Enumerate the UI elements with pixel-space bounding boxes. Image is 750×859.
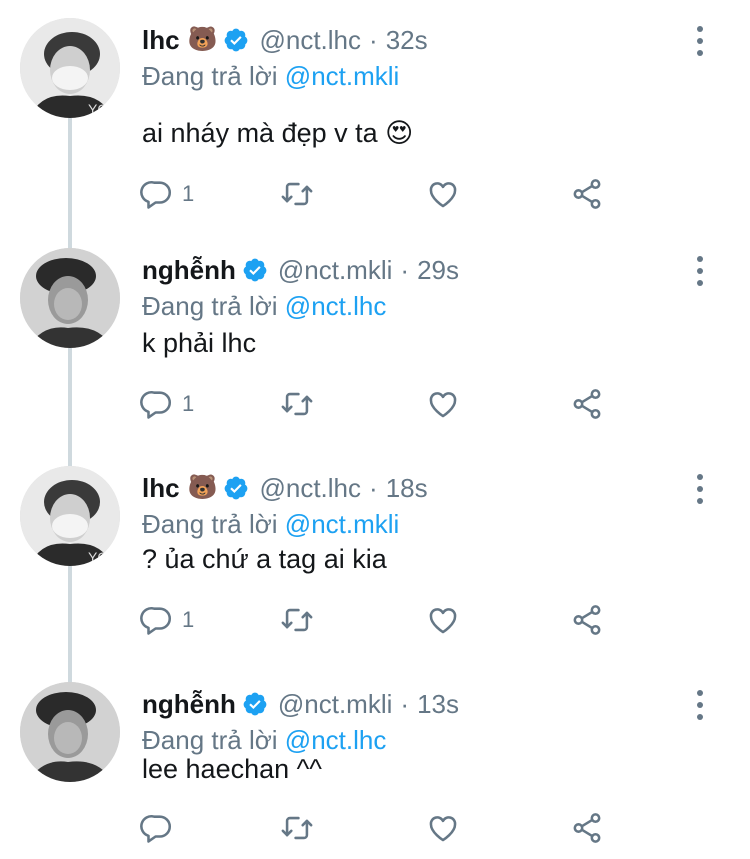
retweet-button[interactable] — [280, 384, 314, 424]
timestamp[interactable]: 18s — [386, 472, 428, 504]
like-icon — [429, 392, 457, 418]
like-button[interactable] — [426, 384, 460, 424]
timestamp[interactable]: 29s — [417, 254, 459, 286]
svg-text:YO: YO — [88, 101, 108, 117]
reply-button[interactable] — [140, 808, 182, 848]
like-icon — [429, 816, 457, 842]
share-button[interactable] — [570, 600, 604, 640]
share-icon — [573, 605, 601, 635]
retweet-icon — [281, 182, 313, 206]
verified-badge-icon — [225, 476, 248, 500]
share-button[interactable] — [570, 808, 604, 848]
tweet-text: lee haechan ^^ — [142, 754, 322, 784]
bear-emoji: 🐻 — [187, 26, 218, 53]
reply-icon — [140, 390, 172, 419]
reply-count: 1 — [182, 391, 195, 416]
tweet-actions: 1 — [140, 174, 620, 214]
share-icon — [573, 179, 601, 209]
like-icon — [429, 182, 457, 208]
tweet-header: nghễnh @nct.mkli · 29s — [142, 254, 459, 286]
reply-thread: YO lhc 🐻 @nct.lhc · 32s Đang trả lời @nc… — [0, 0, 750, 859]
avatar-lhc[interactable]: YO — [20, 466, 120, 566]
reply-icon — [140, 814, 172, 843]
share-button[interactable] — [570, 384, 604, 424]
like-button[interactable] — [426, 600, 460, 640]
separator-dot: · — [369, 25, 378, 55]
replying-to-handle[interactable]: @nct.mkli — [285, 61, 400, 91]
reply-count: 1 — [182, 181, 195, 206]
like-button[interactable] — [426, 174, 460, 214]
more-vertical-icon[interactable] — [694, 690, 706, 720]
replying-to-label: Đang trả lời — [142, 509, 278, 539]
tweet-header: nghễnh @nct.mkli · 13s — [142, 688, 459, 720]
thread-connector-line — [68, 348, 72, 476]
retweet-icon — [281, 816, 313, 840]
reply-button[interactable]: 1 — [140, 384, 194, 424]
share-button[interactable] — [570, 174, 604, 214]
tweet-actions: 1 — [140, 384, 620, 424]
retweet-button[interactable] — [280, 174, 314, 214]
retweet-button[interactable] — [280, 600, 314, 640]
avatar-nghenh[interactable] — [20, 248, 120, 348]
display-name[interactable]: lhc — [142, 472, 180, 504]
timestamp[interactable]: 32s — [386, 24, 428, 56]
reply-icon — [140, 606, 172, 635]
tweet-header: lhc 🐻 @nct.lhc · 18s — [142, 472, 428, 504]
tweet-text: ? ủa chứ a tag ai kia — [142, 544, 387, 574]
separator-dot: · — [400, 689, 410, 719]
user-handle[interactable]: @nct.lhc — [259, 24, 361, 56]
tweet-header: lhc 🐻 @nct.lhc · 32s — [142, 24, 428, 56]
avatar-lhc[interactable]: YO — [20, 18, 120, 118]
share-icon — [573, 389, 601, 419]
user-handle[interactable]: @nct.lhc — [259, 472, 361, 504]
separator-dot: · — [369, 473, 378, 503]
avatar-photo: YO — [20, 18, 120, 118]
tweet-actions — [140, 808, 620, 848]
bear-emoji: 🐻 — [187, 474, 218, 501]
separator-dot: · — [400, 255, 410, 285]
tweet-text: ai nháy mà đẹp v ta 😍 — [142, 118, 414, 148]
svg-text:YO: YO — [88, 549, 108, 565]
reply-count: 1 — [182, 607, 195, 632]
user-handle[interactable]: @nct.mkli — [278, 254, 393, 286]
share-icon — [573, 813, 601, 843]
replying-to-label: Đang trả lời — [142, 291, 278, 321]
avatar-photo — [20, 248, 120, 348]
tweet-actions: 1 — [140, 600, 620, 640]
retweet-button[interactable] — [280, 808, 314, 848]
verified-badge-icon — [243, 258, 267, 282]
avatar-photo — [20, 682, 120, 782]
verified-badge-icon — [225, 28, 248, 52]
display-name[interactable]: nghễnh — [142, 254, 236, 286]
replying-to-label: Đang trả lời — [142, 61, 278, 91]
replying-to-handle[interactable]: @nct.mkli — [285, 509, 400, 539]
verified-badge-icon — [243, 692, 267, 716]
reply-button[interactable]: 1 — [140, 600, 194, 640]
display-name[interactable]: lhc — [142, 24, 180, 56]
display-name[interactable]: nghễnh — [142, 688, 236, 720]
more-vertical-icon[interactable] — [694, 474, 706, 504]
replying-to-line: Đang trả lời @nct.mkli — [142, 508, 399, 540]
more-vertical-icon[interactable] — [694, 26, 706, 56]
timestamp[interactable]: 13s — [417, 688, 459, 720]
replying-to-label: Đang trả lời — [142, 725, 278, 755]
more-vertical-icon[interactable] — [694, 256, 706, 286]
avatar-photo: YO — [20, 466, 120, 566]
like-button[interactable] — [426, 808, 460, 848]
tweet-text: k phải lhc — [142, 328, 257, 358]
replying-to-line: Đang trả lời @nct.lhc — [142, 290, 386, 322]
thread-connector-line — [68, 118, 72, 250]
replying-to-handle[interactable]: @nct.lhc — [285, 725, 387, 755]
retweet-icon — [281, 608, 313, 632]
thread-connector-line — [68, 566, 72, 688]
reply-icon — [140, 180, 172, 209]
replying-to-handle[interactable]: @nct.lhc — [285, 291, 387, 321]
reply-button[interactable]: 1 — [140, 174, 194, 214]
replying-to-line: Đang trả lời @nct.mkli — [142, 60, 399, 92]
like-icon — [429, 608, 457, 634]
user-handle[interactable]: @nct.mkli — [278, 688, 393, 720]
retweet-icon — [281, 392, 313, 416]
avatar-nghenh[interactable] — [20, 682, 120, 782]
